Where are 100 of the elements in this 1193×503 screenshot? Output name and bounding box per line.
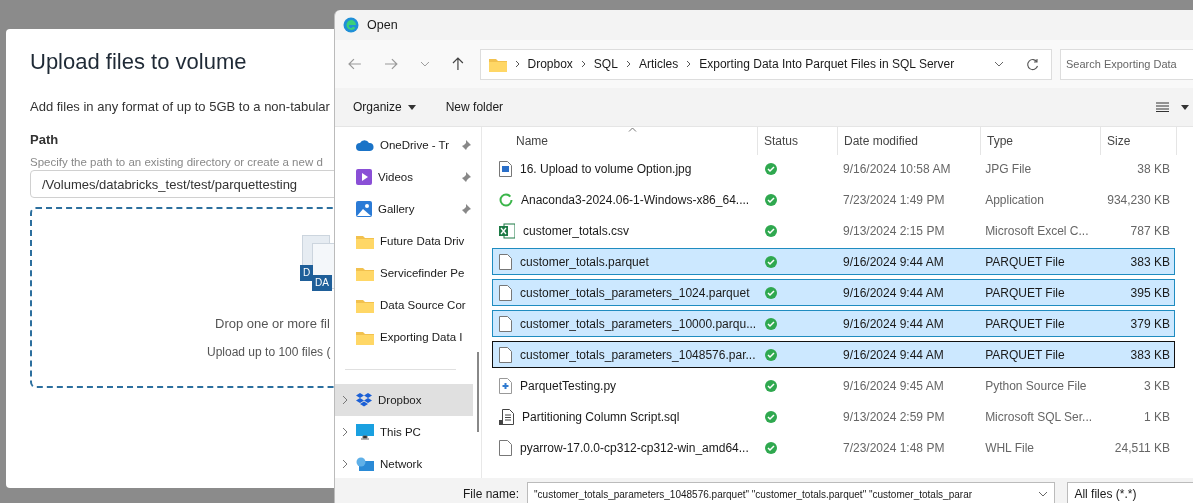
file-name: customer_totals_parameters_1024.parquet [520,285,750,300]
file-type: Microsoft SQL Ser... [984,409,1094,424]
sort-caret-icon [628,127,637,132]
forward-arrow-icon[interactable] [383,58,398,70]
file-name: pyarrow-17.0.0-cp312-cp312-win_amd64... [520,440,749,455]
file-type: Application [984,192,1045,207]
check-circle-icon [765,379,778,392]
file-name: customer_totals.csv [523,223,630,238]
caret-down-icon[interactable] [407,104,416,110]
browser-icon [343,17,359,33]
ring-icon [499,192,513,207]
file-row[interactable]: 16. Upload to volume Option.jpg 9/16/2024 10:58 AM JPG File 38 KB [492,155,1175,182]
path-field[interactable]: /Volumes/databricks_test/test/parquettesting [30,170,336,198]
column-header[interactable]: Type [981,127,1101,155]
file-size: 38 KB [1136,161,1171,176]
breadcrumb-item[interactable]: SQL [593,57,618,71]
caret-down-icon[interactable] [1181,104,1189,110]
column-header[interactable]: Size [1101,127,1177,155]
chevron-down-icon[interactable] [419,61,430,67]
file-row[interactable]: customer_totals.csv 9/13/2024 2:15 PM Microsoft Excel C... 787 KB [492,217,1175,244]
chevron-right-icon[interactable] [342,459,348,469]
file-size: 383 KB [1129,347,1171,362]
chevron-right-icon[interactable] [342,395,348,405]
path-label: Path [30,132,60,147]
date-modified: 9/13/2024 2:15 PM [841,223,946,238]
date-modified: 9/16/2024 9:45 AM [841,378,945,393]
search-field[interactable]: Search Exporting Data [1060,48,1193,80]
column-header[interactable]: Date modified [838,127,981,155]
file-name: customer_totals_parameters_10000.parqu... [520,316,757,331]
sidebar-item[interactable]: Dropbox [335,384,473,416]
back-arrow-icon[interactable] [348,58,362,70]
file-icon [499,439,512,456]
cloud-icon [356,139,374,151]
file-name: ParquetTesting.py [520,378,617,393]
check-circle-icon [765,286,778,299]
file-type: Python Source File [984,378,1088,393]
file-size: 787 KB [1129,223,1171,238]
file-name: Anaconda3-2024.06-1-Windows-x86_64.... [521,192,750,207]
organize-menu[interactable]: Organize [353,100,402,114]
file-name-field[interactable]: "customer_totals_parameters_1048576.parquet" "customer_totals.parquet" "customer_totals_parar [527,482,1056,503]
path-hint: Specify the path to an existing directory or create a new d [30,156,324,168]
file-type: WHL File [984,440,1035,455]
sidebar-item[interactable]: Future Data Driv [335,225,473,257]
chevron-down-icon[interactable] [994,61,1004,67]
file-row[interactable]: Partitioning Column Script.sql 9/13/2024 2:59 PM Microsoft SQL Ser... 1 KB [492,403,1175,430]
check-circle-icon [765,348,778,361]
pin-icon [461,171,471,183]
file-row[interactable]: Anaconda3-2024.06-1-Windows-x86_64.... 7/23/2024 1:49 PM Application 934,230 KB [492,186,1175,213]
pin-icon [461,139,471,151]
file-type: PARQUET File [984,347,1066,362]
new-folder-button[interactable]: New folder [445,100,504,114]
image-file-icon [499,160,512,177]
file-name: 16. Upload to volume Option.jpg [520,161,692,176]
file-row[interactable]: ParquetTesting.py 9/16/2024 9:45 AM Python Source File 3 KB [492,372,1175,399]
file-name-label: File name: [463,487,520,501]
date-modified: 9/16/2024 9:44 AM [841,254,945,269]
file-row[interactable]: customer_totals_parameters_1024.parquet 9/16/2024 9:44 AM PARQUET File 395 KB [492,279,1175,306]
file-name: Partitioning Column Script.sql [522,409,680,424]
spreadsheet-icon [499,222,515,239]
text-file-icon [499,408,514,425]
sidebar-item[interactable]: OneDrive - Tr [335,129,473,161]
file-row[interactable]: customer_totals.parquet 9/16/2024 9:44 AM PARQUET File 383 KB [492,248,1175,275]
sidebar-item[interactable]: This PC [335,416,473,448]
file-size: 934,230 KB [1106,192,1171,207]
file-type: Microsoft Excel C... [984,223,1090,238]
column-header[interactable]: Status [758,127,838,155]
file-name: customer_totals.parquet [520,254,649,269]
breadcrumb-item[interactable]: Exporting Data Into Parquet Files in SQL Server [699,57,955,71]
chevron-right-icon [580,60,586,68]
upload-limit-text: Upload up to 100 files ( [207,345,332,359]
check-circle-icon [765,317,778,330]
date-modified: 9/16/2024 10:58 AM [841,161,952,176]
file-row[interactable]: customer_totals_parameters_1048576.par... 9/16/2024 9:44 AM PARQUET File 383 KB [492,341,1175,368]
file-type: JPG File [984,161,1033,176]
dropbox-icon [356,392,372,408]
file-row[interactable]: pyarrow-17.0.0-cp312-cp312-win_amd64... 7/23/2024 1:48 PM WHL File 24,511 KB [492,434,1175,461]
check-circle-icon [765,224,778,237]
breadcrumb-item[interactable]: Dropbox [527,57,573,71]
modal-description: Add files in any format of up to 5GB to a non-tabular [30,99,331,114]
sidebar-item[interactable]: Servicefinder Pe [335,257,473,289]
file-size: 24,511 KB [1113,440,1171,455]
sidebar-item[interactable]: Network [335,448,473,478]
sidebar-item[interactable]: Gallery [335,193,473,225]
sidebar-item[interactable]: Data Source Cor [335,289,473,321]
breadcrumb-item[interactable]: Articles [638,57,679,71]
address-bar[interactable]: Dropbox SQL Articles Exporting Data Into Parquet Files in SQL Server [479,48,1052,80]
sidebar-item[interactable]: Videos [335,161,473,193]
column-header[interactable]: Name [492,127,758,155]
sidebar-item[interactable]: Exporting Data I [335,321,473,353]
refresh-icon[interactable] [1026,57,1039,71]
file-icon [499,253,512,270]
script-file-icon [499,377,512,394]
modal-title: Upload files to volume [30,49,248,76]
file-row[interactable]: customer_totals_parameters_10000.parqu... 9/16/2024 9:44 AM PARQUET File 379 KB [492,310,1175,337]
chevron-down-icon[interactable] [1038,491,1049,497]
list-view-icon[interactable] [1156,102,1169,112]
up-arrow-icon[interactable] [451,57,464,71]
chevron-right-icon[interactable] [342,427,348,437]
date-modified: 9/16/2024 9:44 AM [841,347,945,362]
file-type-dropdown[interactable]: All files (*.*) [1067,482,1193,503]
